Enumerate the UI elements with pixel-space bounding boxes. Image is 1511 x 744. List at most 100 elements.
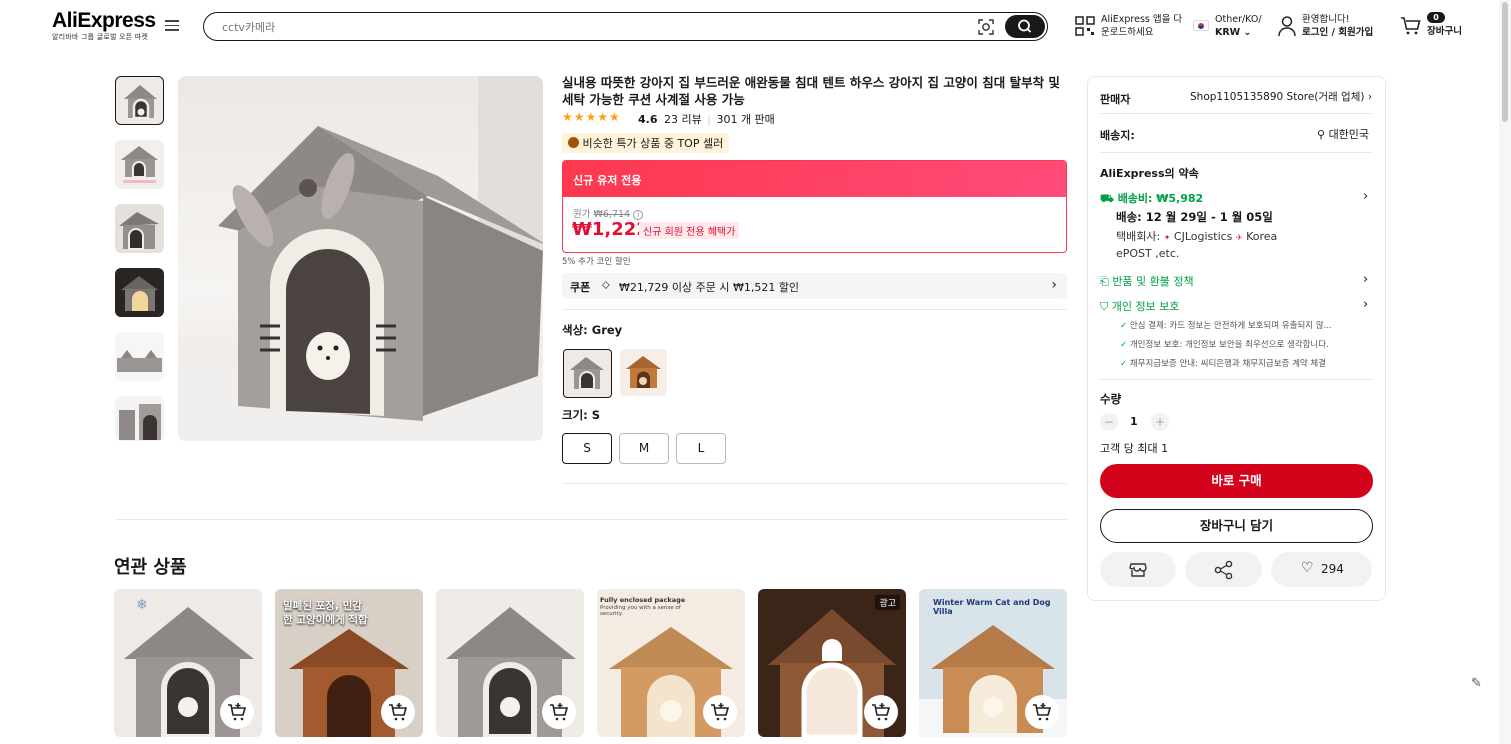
related-product-card[interactable] (436, 589, 584, 737)
delivery-date: 배송: 12 월 29일 - 1 월 05일 (1116, 210, 1273, 224)
quantity-increase-button[interactable]: + (1151, 413, 1169, 431)
add-to-cart-button[interactable]: 장바구니 담기 (1100, 509, 1373, 543)
carrier-1: CJLogistics (1173, 230, 1233, 243)
qr-code-icon[interactable] (1075, 16, 1095, 36)
login-link[interactable]: 로그인 / 회원가입 (1302, 26, 1373, 39)
main-product-image[interactable] (178, 76, 543, 441)
menu-icon[interactable] (165, 20, 179, 32)
max-per-customer: 고객 당 최대 1 (1100, 442, 1169, 455)
search-icon (1018, 19, 1032, 33)
add-to-cart-icon[interactable] (703, 695, 737, 729)
sale-price: ₩1,222 (572, 219, 649, 240)
seller-label: 판매자 (1100, 93, 1131, 106)
product-title: 실내용 따뜻한 강아지 집 부드러운 애완동물 침대 텐트 하우스 강아지 집 … (562, 75, 1060, 107)
shipping-fee-row[interactable]: ⛟ 배송비: ₩5,982 (1100, 190, 1203, 207)
thumbnail-3[interactable] (115, 204, 164, 253)
search-input[interactable] (222, 18, 962, 36)
related-product-card[interactable]: ❄ (114, 589, 262, 737)
card-caption: Fully enclosed package (600, 596, 686, 604)
thumbnail-5[interactable] (115, 332, 164, 381)
edit-icon[interactable]: ✎ (1471, 676, 1489, 694)
quantity-value[interactable]: 1 (1130, 415, 1138, 428)
price-box: 신규 유저 전용 원가 ₩6,714 i ₩1,222 신규 회원 전용 혜택가 (562, 160, 1067, 253)
account-menu[interactable]: 환영합니다! 로그인 / 회원가입 (1302, 13, 1373, 39)
size-option-m[interactable]: M (619, 433, 669, 464)
size-label: 크기: S (562, 408, 601, 422)
app-download-line2: 운로드하세요 (1101, 27, 1154, 38)
korea-flag-icon (1193, 20, 1209, 31)
divider (562, 309, 1067, 310)
app-download-link[interactable]: AliExpress 앱을 다 운로드하세요 (1101, 13, 1182, 39)
shield-icon: ⛉ (1100, 300, 1109, 313)
color-option-brown[interactable] (620, 349, 667, 396)
user-icon[interactable] (1277, 15, 1297, 37)
image-search-icon[interactable] (977, 18, 995, 36)
privacy-item: ✓ 안심 결제: 카드 정보는 안전하게 보호되며 유출되지 않... (1120, 321, 1332, 331)
scrollbar[interactable] (1499, 0, 1511, 744)
carrier-info: 택배회사: ✦ CJLogistics ✈ Korea ePOST ,etc. (1116, 229, 1316, 262)
card-caption: Winter Warm Cat and Dog Villa (933, 598, 1051, 616)
store-button[interactable] (1100, 552, 1176, 587)
thumbnail-2[interactable] (115, 140, 164, 189)
check-icon: ✓ (1120, 321, 1128, 331)
related-product-card[interactable]: Fully enclosed package Providing you wit… (597, 589, 745, 737)
thumbnail-1[interactable] (115, 76, 164, 125)
tag-icon: ⬦ (602, 278, 610, 291)
add-to-cart-icon[interactable] (864, 695, 898, 729)
chevron-right-icon: › (1367, 91, 1373, 103)
seller-name[interactable]: Shop1105135890 Store(거래 업체) › (1190, 89, 1372, 104)
color-option-grey[interactable] (563, 349, 612, 398)
aliexpress-logo[interactable]: AliExpress (52, 9, 156, 33)
heart-icon: ♡ (1301, 560, 1314, 576)
cart-icon[interactable] (1400, 16, 1422, 36)
thumbnail-4[interactable] (115, 268, 164, 317)
currency-label: KRW (1215, 27, 1241, 38)
return-icon: ⎗ (1100, 275, 1109, 288)
carrier-prefix: 택배회사: (1116, 230, 1161, 243)
top-seller-badge: 비슷한 특가 상품 중 TOP 셀러 (562, 133, 730, 153)
add-to-cart-icon[interactable] (542, 695, 576, 729)
divider (115, 519, 1067, 520)
return-policy-row[interactable]: ⎗ 반품 및 환불 정책 (1100, 273, 1194, 289)
reviews-link[interactable]: 23 리뷰 (664, 113, 702, 126)
thumbnail-6[interactable] (115, 396, 164, 441)
locale-line1: Other/KO/ (1215, 14, 1262, 25)
related-product-card[interactable]: 광고 (758, 589, 906, 737)
ship-to-country: 대한민국 (1328, 128, 1370, 141)
privacy-row[interactable]: ⛉ 개인 정보 보호 (1100, 298, 1179, 314)
quantity-label: 수량 (1100, 392, 1122, 406)
related-product-card[interactable]: 밀폐된 포장, 민감 한 고양이에게 적합 (275, 589, 423, 737)
search-bar (203, 12, 1048, 41)
coupon-bar[interactable]: 쿠폰 ⬦ ₩21,729 이상 주문 시 ₩1,521 할인 › (562, 273, 1067, 299)
related-product-card[interactable]: Winter Warm Cat and Dog Villa (919, 589, 1067, 737)
new-user-banner: 신규 유저 전용 (563, 161, 1066, 197)
size-option-s[interactable]: S (562, 433, 612, 464)
add-to-cart-icon[interactable] (381, 695, 415, 729)
new-member-benefit-tag: 신규 회원 전용 혜택가 (639, 222, 740, 239)
card-subcaption: Providing you with a sense of security. (600, 605, 681, 617)
card-caption: 밀폐된 포장, 민감 한 고양이에게 적합 (283, 600, 368, 626)
share-button[interactable] (1185, 552, 1262, 587)
wishlist-button[interactable]: ♡ 294 (1271, 552, 1372, 587)
cj-logo-icon: ✦ (1163, 233, 1171, 242)
quantity-decrease-button[interactable]: − (1100, 413, 1118, 431)
divider (562, 483, 1067, 484)
locale-selector[interactable]: Other/KO/ KRW ⌄ (1215, 13, 1262, 39)
shipping-fee: 배송비: ₩5,982 (1117, 192, 1204, 205)
chevron-right-icon: › (1051, 277, 1057, 293)
add-to-cart-icon[interactable] (1025, 695, 1059, 729)
privacy-item: ✓ 채무지급보증 안내: 씨티은행과 채무지급보증 계약 체결 (1120, 359, 1327, 369)
location-pin-icon: ⚲ (1317, 128, 1326, 141)
original-price: 원가 ₩6,714 i (573, 206, 644, 220)
seller-name-text: Shop1105135890 Store(거래 업체) (1190, 91, 1365, 103)
cart-label[interactable]: 장바구니 (1427, 25, 1462, 38)
ship-to-selector[interactable]: ⚲ 대한민국 (1317, 126, 1369, 142)
check-icon: ✓ (1120, 340, 1128, 350)
search-button[interactable] (1005, 15, 1045, 38)
buy-now-button[interactable]: 바로 구매 (1100, 464, 1373, 498)
divider (1100, 379, 1373, 380)
size-option-l[interactable]: L (676, 433, 726, 464)
promise-title: AliExpress의 약속 (1100, 167, 1199, 180)
add-to-cart-icon[interactable] (220, 695, 254, 729)
share-icon (1214, 560, 1233, 580)
